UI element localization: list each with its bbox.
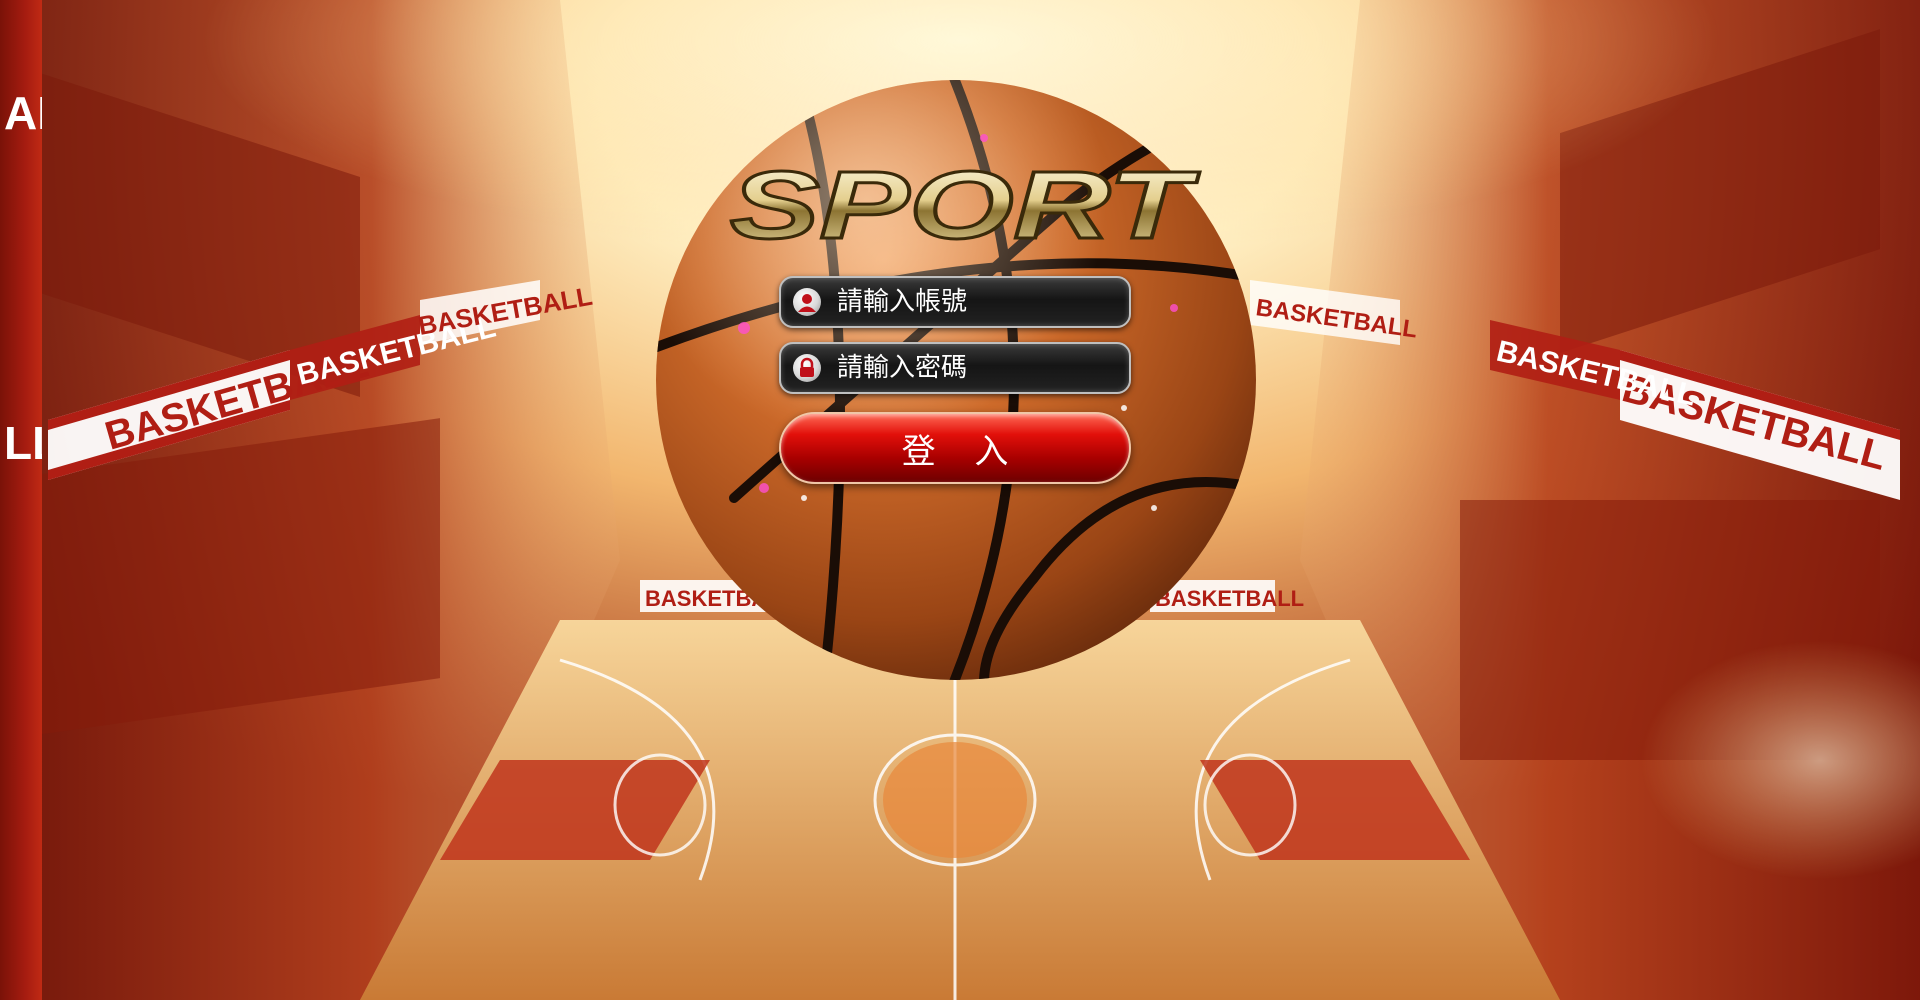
logo-text: SPORT <box>730 152 1200 259</box>
user-icon <box>793 288 821 316</box>
username-input[interactable] <box>837 284 1117 320</box>
left-banner-strip: AL LL <box>0 0 42 1000</box>
login-page: BASKETBALL BASKETBALL BASKETBALL BASKETB… <box>0 0 1920 1000</box>
left-strip-text-bottom: LL <box>4 417 42 469</box>
username-field[interactable] <box>779 276 1131 328</box>
login-button[interactable]: 登 入 <box>779 412 1131 484</box>
left-strip-text-top: AL <box>4 87 42 139</box>
password-field[interactable] <box>779 342 1131 394</box>
password-input[interactable] <box>837 350 1117 386</box>
sport-logo: SPORT <box>729 151 1202 261</box>
lock-icon <box>793 354 821 382</box>
